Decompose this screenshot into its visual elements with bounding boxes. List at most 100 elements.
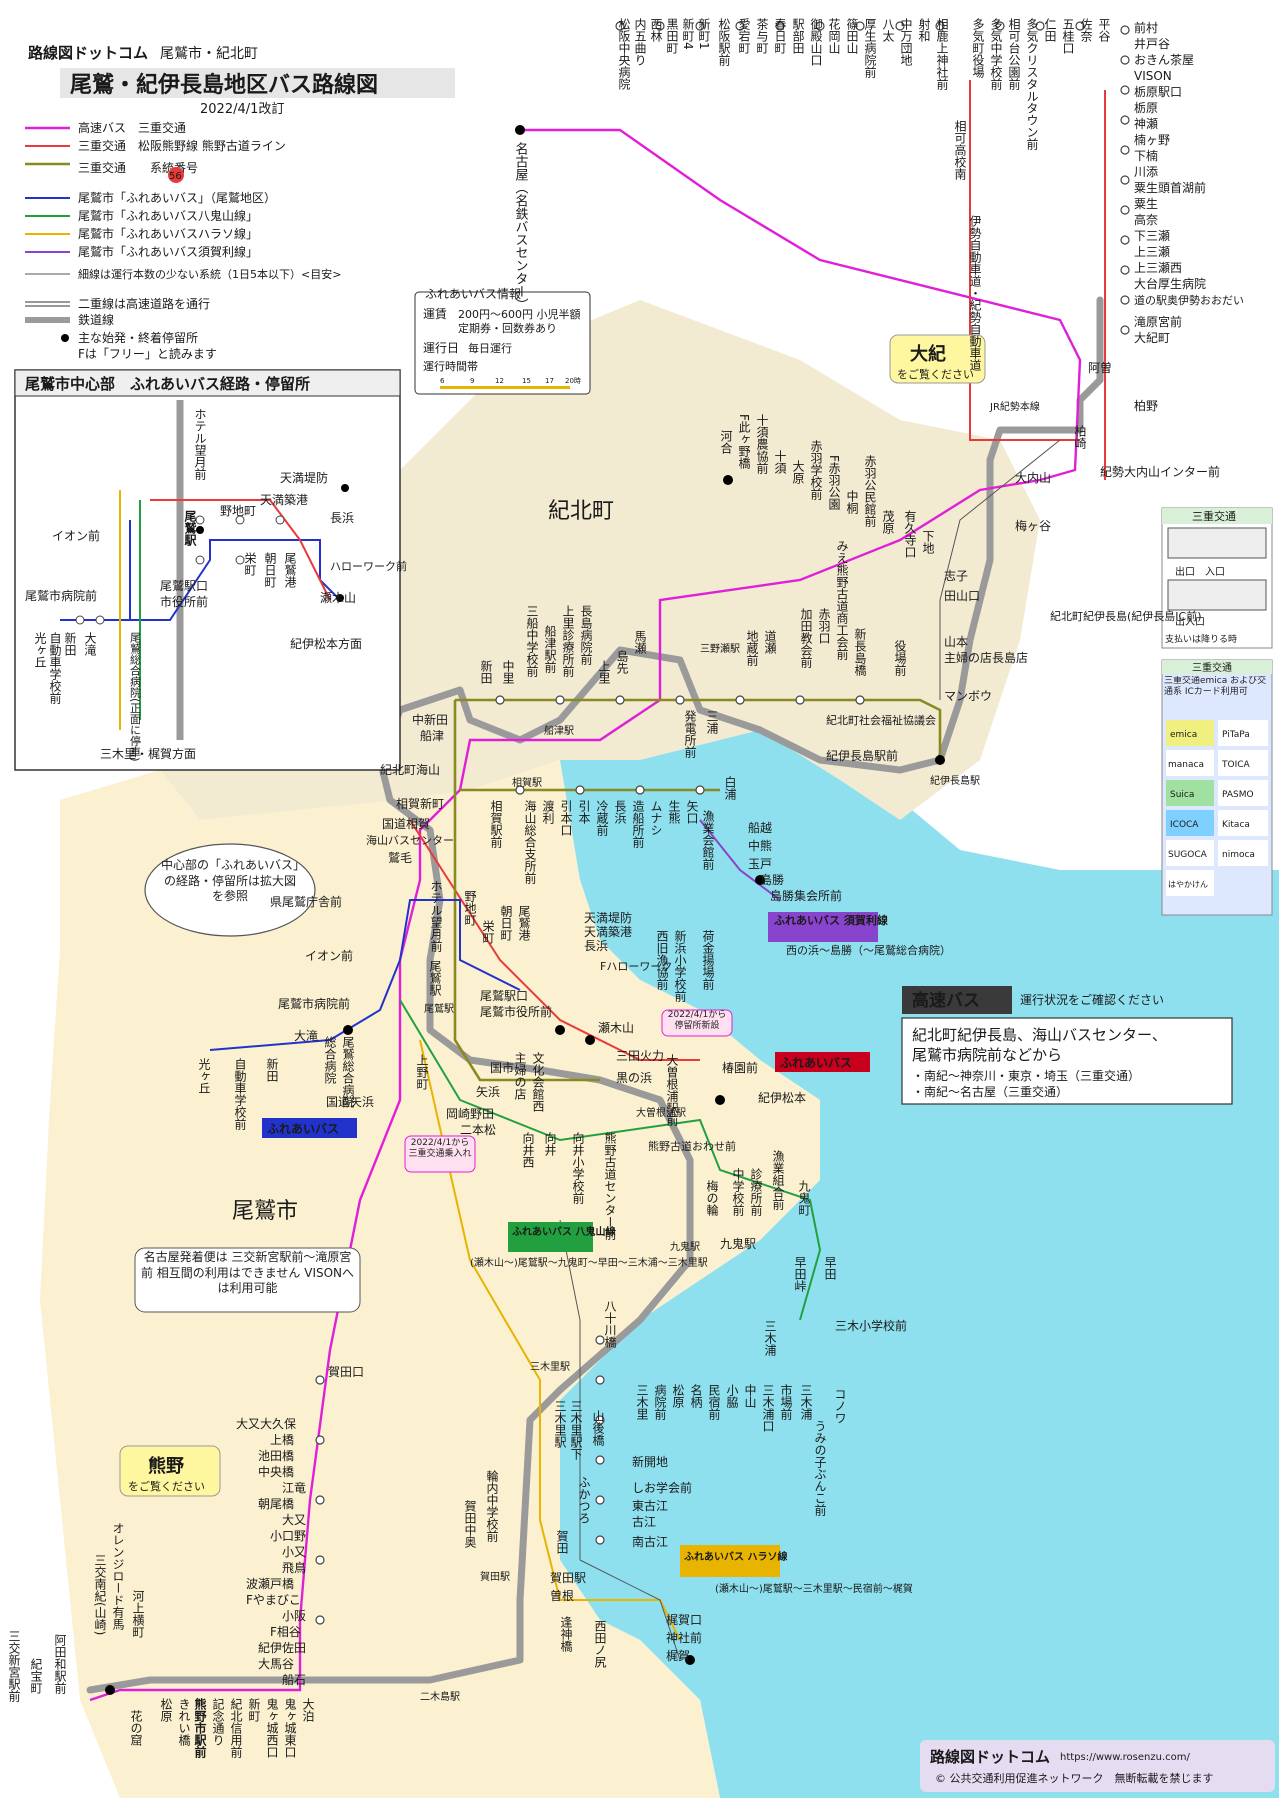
ic-card-panel: 三重交通 三重交通emica および交通系 ICカード利用可 emica PiT…	[1161, 659, 1273, 916]
stop-label: 阿曽	[1088, 360, 1112, 375]
stop-label: 大紀町	[1134, 331, 1170, 345]
stop-label: 尾鷲港	[517, 905, 531, 941]
revision-date: 2022/4/1改訂	[200, 101, 284, 117]
stop-label: 加田教会前	[799, 608, 813, 668]
stop-label: 国道相賀	[382, 817, 430, 831]
stop-label: 役場前	[893, 639, 907, 676]
stop-label: 光ヶ丘	[197, 1058, 211, 1094]
stop-label: 椿園前	[722, 1060, 758, 1075]
inset-stop: 栄町	[243, 552, 257, 576]
legend-label: Fは「フリー」と読みます	[78, 346, 217, 361]
footer: 路線図ドットコム https://www.rosenzu.com/ © 公共交通…	[920, 1740, 1275, 1792]
inset-stop: 新田	[63, 631, 77, 656]
legend-label: 尾鷲市「ふれあいバス八鬼山線」	[78, 208, 258, 223]
stop-label: 三田火力	[616, 1049, 664, 1063]
stop-label: 輪内中学校前	[485, 1469, 499, 1542]
sugari-sub: 西の浜〜島勝（〜尾鷲総合病院）	[786, 943, 951, 957]
stop-label: 曽根	[550, 1588, 574, 1603]
stop-label: しお学会前	[632, 1480, 692, 1495]
stop-label: 大台厚生病院	[1134, 276, 1206, 291]
stop-label: 中里	[501, 659, 515, 684]
stop-label: 上里	[597, 660, 611, 684]
footer-copyright: © 公共交通利用促進ネットワーク 無断転載を禁じます	[935, 1771, 1214, 1785]
stop-label: 篠田山	[845, 17, 859, 54]
stop-label: 多気町役場	[971, 18, 985, 79]
legend-label: 主な始発・終着停留所	[78, 330, 198, 345]
nagoya-note-text: 名古屋発着便は 三交新宮駅前〜滝原宮前 相互間の利用はできません VISONへは…	[140, 1250, 355, 1296]
stop-label: 小又	[282, 1545, 306, 1559]
stop-label: 生熊	[667, 800, 681, 825]
stop-label: 下三瀬	[1134, 229, 1170, 243]
stop-label: 河合	[719, 430, 733, 454]
inset-stop: ハローワーク前	[330, 559, 407, 573]
inset-stop: 光ヶ丘	[33, 632, 47, 668]
stop-label: ホテル望月前	[429, 880, 443, 952]
stop-label: 新浜小学校前	[673, 929, 687, 1002]
stop-label: Fハローワーク	[600, 960, 672, 973]
stop-label: 松阪中央病院	[617, 18, 631, 90]
inset-stop: 長浜	[330, 511, 354, 525]
stop-label: 三交南紀(山崎)	[93, 1554, 107, 1635]
stop-label: 茂原	[881, 510, 895, 534]
stop-label: 黒の浜	[616, 1071, 652, 1085]
bus-door-panel: 三重交通 出口 入口 出入口 支払いは降りる時	[1161, 507, 1273, 649]
inset-stop: 瀬木山	[320, 591, 356, 605]
stop-label: イオン前	[305, 948, 353, 963]
stop-label: 中熊	[748, 838, 772, 853]
legend-label: 高速バス 三重交通	[78, 120, 186, 135]
stop-label: 上里診療所前	[561, 605, 575, 677]
stop-label: 山後橋	[591, 1410, 605, 1447]
right-column-stops: 前村 井戸谷 おきん茶屋 VISON 栃原駅口 栃原 神瀬 楠ヶ野 下楠 川添 …	[1015, 20, 1244, 533]
stop-label: 自動車学校前	[233, 1058, 247, 1130]
area-label-owase: 尾鷲市	[232, 1199, 298, 1224]
stop-label: F相谷	[270, 1625, 301, 1639]
stop-label: 波瀬戸橋	[246, 1577, 294, 1591]
legend-label: 二重線は高速道路を通行	[78, 296, 210, 311]
yakiyama-sub: (瀬木山〜)尾鷲駅〜九鬼町〜早田〜三木浦〜三木里駅	[470, 1256, 708, 1269]
stop-label: 賀田中奥	[463, 1500, 477, 1549]
stop-label: 新田	[479, 659, 493, 684]
stop-label: コノワ	[833, 1388, 847, 1424]
stop-label: 上橋	[270, 1433, 294, 1447]
inset-direction: 紀伊松本方面	[290, 636, 362, 651]
stop-label: 上三瀬	[1134, 245, 1170, 259]
inset-direction: 三木里・梶賀方面	[100, 746, 196, 761]
stop-label: 池田橋	[258, 1449, 294, 1463]
stop-label: 紀勢大内山インター前	[1100, 464, 1220, 479]
stop-label: 島先	[615, 649, 629, 675]
rail-station: 三木里駅	[530, 1361, 570, 1373]
stop-label: 中万団地	[899, 17, 913, 66]
stop-label: 国道矢浜	[326, 1095, 374, 1109]
stop-label: 向井	[543, 1131, 557, 1157]
stop-label: 古江	[632, 1514, 656, 1529]
stop-label: 名柄	[689, 1383, 703, 1409]
stop-label: 紀伊佐田	[258, 1641, 306, 1655]
stop-label: 診療所前	[749, 1167, 763, 1216]
yakiyama-label: ふれあいバス 八鬼山線	[512, 1225, 615, 1238]
stop-label: 上野町	[415, 1054, 429, 1090]
stop-label: 神瀬	[1134, 117, 1158, 131]
kosoku-body: ・南紀〜神奈川・東京・埼玉（三重交通）	[912, 1068, 1140, 1083]
stop-label: 十須農協前	[755, 414, 769, 474]
ic-card: Kitaca	[1222, 820, 1250, 830]
kumano-sub: をご覧ください	[128, 1479, 205, 1493]
inset-stop: 尾鷲市病院前	[25, 588, 97, 603]
stop-label: 平谷	[1097, 18, 1111, 43]
stop-label: 南古江	[632, 1534, 668, 1549]
stop-label: 瀬木山	[598, 1021, 634, 1035]
stop-label: 柏野	[1134, 398, 1158, 413]
stop-label: 粟生	[1134, 197, 1158, 211]
inset-stop: 天満堤防	[280, 470, 328, 485]
stop-label: 春日町	[773, 18, 787, 54]
legend-label: 尾鷲市「ふれあいバス」（尾鷲地区）	[78, 190, 276, 205]
legend-label: 細線は運行本数の少ない系統（1日5本以下）<目安>	[78, 267, 341, 281]
fureai-info-box: ふれあいバス情報 運賃 200円〜600円 小児半額 定期券・回数券あり 運行日…	[414, 287, 591, 395]
stop-label: 長島病院前	[579, 605, 593, 665]
stop-label: 主婦の店	[513, 1052, 527, 1100]
stop-label: 向井西	[521, 1131, 535, 1168]
stop-label: 主婦の店長島店	[944, 650, 1028, 665]
stop-label: 賀田駅	[550, 1571, 586, 1585]
stop-label: 新町4	[681, 17, 695, 50]
route-map: 路線図ドットコム 尾鷲市・紀北町 尾鷲・紀伊長島地区バス路線図 2022/4/1…	[7, 17, 1279, 1798]
legend-label: 尾鷲市「ふれあいバスハラソ線」	[78, 226, 258, 241]
